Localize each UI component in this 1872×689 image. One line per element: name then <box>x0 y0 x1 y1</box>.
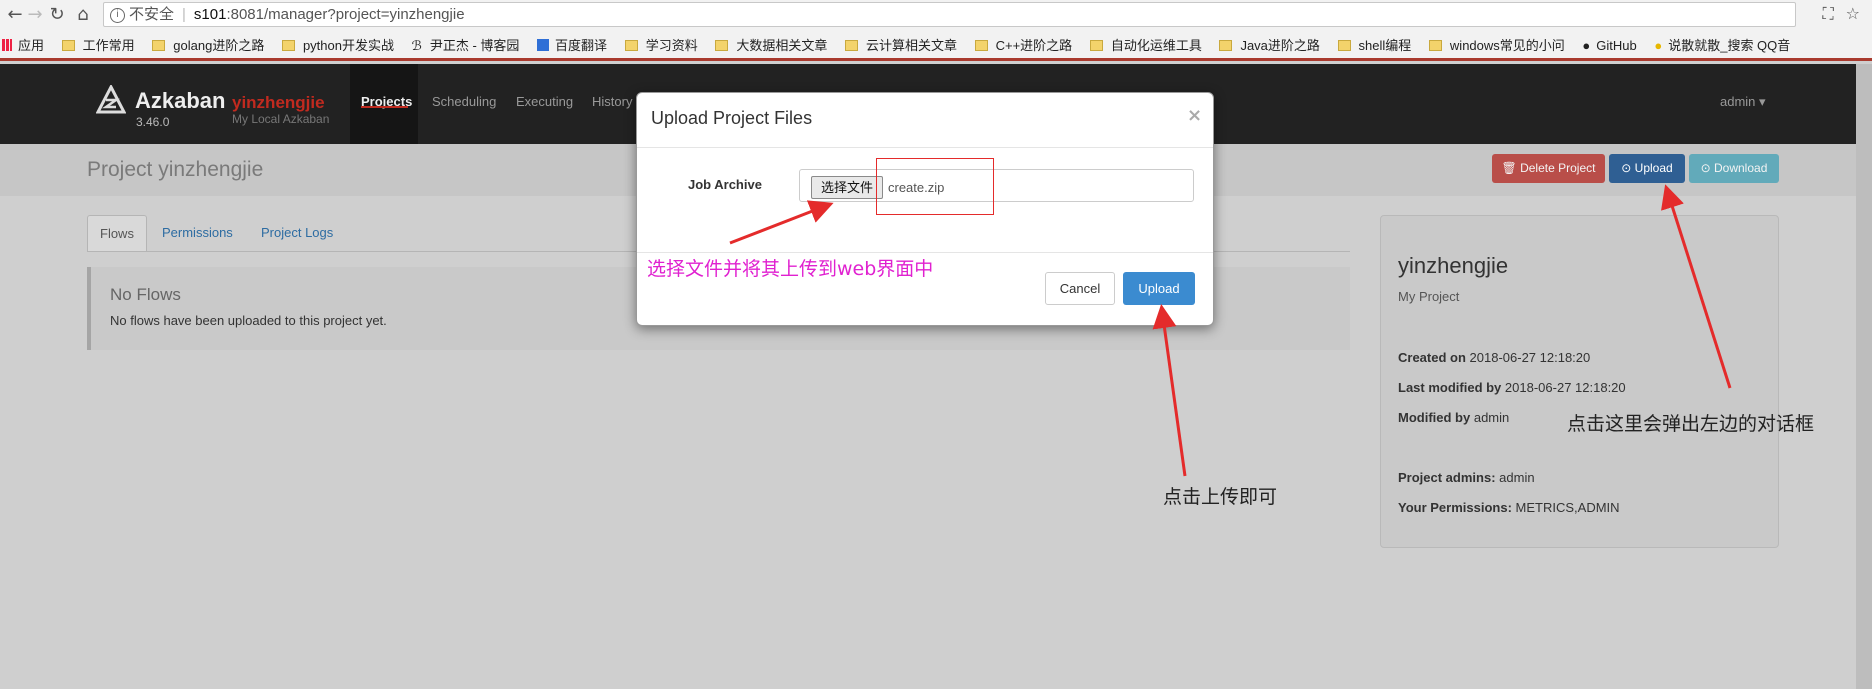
info-project-description: My Project <box>1398 289 1460 304</box>
bookmark-item[interactable]: ℬ 尹正杰 - 博客园 <box>411 30 520 58</box>
bookmark-item[interactable]: 百度翻译 <box>537 30 607 58</box>
page-title: Project yinzhengjie <box>87 158 264 181</box>
info-last-modified: Last modified by 2018-06-27 12:18:20 <box>1398 380 1626 395</box>
folder-icon <box>1219 40 1233 51</box>
job-archive-label: Job Archive <box>688 177 762 192</box>
folder-icon <box>624 40 638 51</box>
folder-icon <box>61 40 75 51</box>
trash-icon: 🗑 <box>1501 161 1521 175</box>
bookmark-item[interactable]: ● 说散就散_搜索 QQ音 <box>1654 30 1790 58</box>
home-icon[interactable]: ⌂ <box>72 4 94 26</box>
address-bar[interactable]: i 不安全 | s101:8081/manager?project=yinzhengj… <box>103 2 1796 27</box>
folder-icon <box>844 40 858 51</box>
annotation-highlight-box <box>876 158 994 215</box>
folder-icon <box>1428 40 1442 51</box>
cancel-button[interactable]: Cancel <box>1045 272 1115 305</box>
bookmark-item[interactable]: 自动化运维工具 <box>1089 30 1202 58</box>
blog-icon: ℬ <box>411 38 422 53</box>
download-button[interactable]: ⊙ Download <box>1689 154 1779 183</box>
info-modified-by: Modified by admin <box>1398 410 1510 425</box>
flows-title: No Flows <box>110 285 181 304</box>
browser-toolbar: ← → ↻ ⌂ i 不安全 | s101:8081/manager?project=y… <box>0 0 1872 30</box>
info-created-on: Created on 2018-06-27 12:18:20 <box>1398 350 1591 365</box>
bookmark-item[interactable]: golang进阶之路 <box>152 30 264 58</box>
tab-flows[interactable]: Flows <box>87 215 147 251</box>
flows-empty-message: No flows have been uploaded to this proj… <box>110 313 387 328</box>
annotation-select-file: 选择文件并将其上传到web界面中 <box>647 258 934 280</box>
admin-menu[interactable]: admin ▾ <box>1720 94 1766 110</box>
url-path: :8081/manager?project=yinzhengjie <box>226 6 465 23</box>
bookmark-item[interactable]: 云计算相关文章 <box>844 30 957 58</box>
bookmark-item[interactable]: 工作常用 <box>61 30 135 58</box>
close-icon[interactable]: × <box>1187 105 1202 126</box>
download-icon: ⊙ <box>1700 161 1714 175</box>
choose-file-button[interactable]: 选择文件 <box>811 176 883 199</box>
brand-name[interactable]: Azkaban <box>135 88 225 114</box>
delete-project-button[interactable]: 🗑 Delete Project <box>1492 154 1605 183</box>
upload-icon: ⊙ <box>1621 161 1635 175</box>
dialog-footer-divider <box>637 252 1213 253</box>
page-scrollbar[interactable] <box>1856 64 1872 689</box>
bookmark-item[interactable]: python开发实战 <box>281 30 394 58</box>
bookmark-item[interactable]: 大数据相关文章 <box>715 30 827 58</box>
nav-executing[interactable]: Executing <box>516 94 573 109</box>
nav-active-underline <box>361 106 408 108</box>
azkaban-logo-icon <box>96 85 126 114</box>
bookmark-item[interactable]: shell编程 <box>1337 30 1411 58</box>
apps-icon <box>2 39 12 51</box>
translate-site-icon <box>537 39 550 51</box>
star-icon[interactable]: ☆ <box>1846 4 1860 23</box>
bookmark-item[interactable]: C++进阶之路 <box>974 30 1072 58</box>
folder-icon <box>1089 40 1103 51</box>
folder-icon <box>715 40 729 51</box>
translate-icon[interactable]: ⛶ <box>1822 4 1833 23</box>
upload-button[interactable]: ⊙ Upload <box>1609 154 1685 183</box>
brand-version: 3.46.0 <box>136 115 170 129</box>
bookmark-item[interactable]: 学习资料 <box>624 30 698 58</box>
music-icon: ● <box>1654 38 1663 53</box>
info-icon[interactable]: i <box>110 7 125 23</box>
tab-project-logs[interactable]: Project Logs <box>261 215 333 251</box>
github-icon: ● <box>1582 38 1591 53</box>
dialog-title: Upload Project Files <box>651 108 813 128</box>
annotation-click-upload: 点击上传即可 <box>1163 486 1278 508</box>
nav-scheduling[interactable]: Scheduling <box>432 94 496 109</box>
security-label: 不安全 <box>129 6 175 23</box>
bookmarks-bar: 应用 工作常用 golang进阶之路 python开发实战 ℬ 尹正杰 - 博客园… <box>0 30 1872 61</box>
brand-project-name: yinzhengjie <box>232 93 325 112</box>
dialog-header-divider <box>637 147 1213 148</box>
bookmark-item[interactable]: windows常见的小问 <box>1428 30 1565 58</box>
info-project-admins: Project admins: admin <box>1398 470 1535 485</box>
folder-icon <box>974 40 988 51</box>
brand-subtitle: My Local Azkaban <box>232 112 330 126</box>
url-host: s101 <box>193 6 227 23</box>
annotation-open-dialog: 点击这里会弹出左边的对话框 <box>1567 413 1815 435</box>
bookmark-apps[interactable]: 应用 <box>0 30 44 58</box>
dialog-upload-button[interactable]: Upload <box>1123 272 1195 305</box>
back-icon[interactable]: ← <box>4 4 26 26</box>
info-project-name: yinzhengjie <box>1398 253 1509 278</box>
folder-icon <box>152 40 166 51</box>
bookmark-item[interactable]: Java进阶之路 <box>1219 30 1320 58</box>
forward-icon[interactable]: → <box>24 4 46 26</box>
folder-icon <box>281 40 295 51</box>
tab-permissions[interactable]: Permissions <box>162 215 233 251</box>
nav-history[interactable]: History <box>592 94 632 109</box>
folder-icon <box>1337 40 1351 51</box>
info-permissions: Your Permissions: METRICS,ADMIN <box>1398 500 1620 515</box>
bookmark-item[interactable]: ● GitHub <box>1582 30 1636 58</box>
reload-icon[interactable]: ↻ <box>46 4 68 26</box>
